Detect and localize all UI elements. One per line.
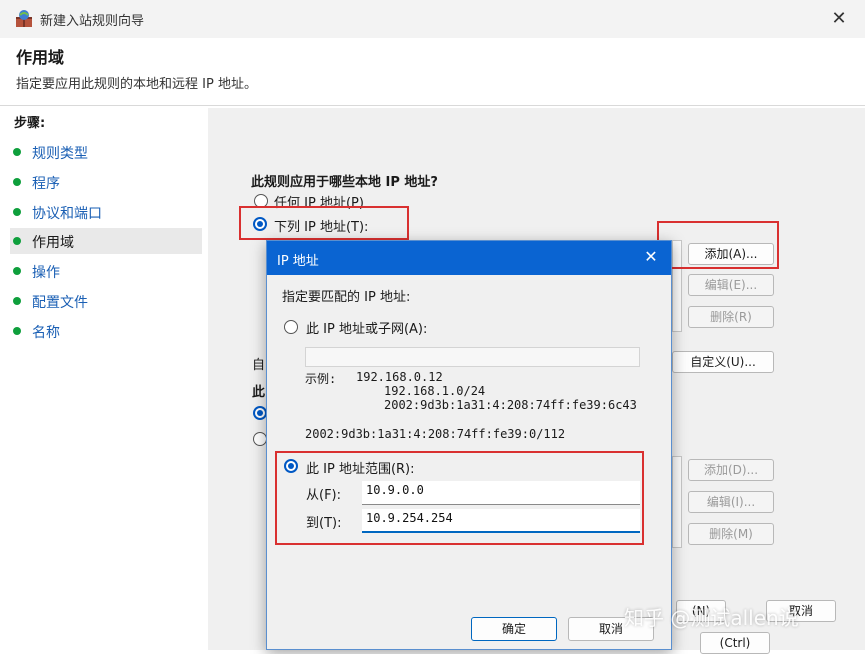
to-label: 到(T):: [306, 516, 342, 531]
firewall-app-icon: [16, 10, 32, 27]
dialog-title: IP 地址: [277, 254, 319, 269]
local-ip-question: 此规则应用于哪些本地 IP 地址?: [251, 175, 438, 190]
page-description: 指定要应用此规则的本地和远程 IP 地址。: [16, 77, 257, 92]
step-label: 规则类型: [32, 146, 88, 162]
step-bullet-icon: [13, 148, 21, 156]
subnet-input[interactable]: [305, 347, 640, 367]
remote-edit-button[interactable]: 编辑(I)...: [688, 491, 774, 513]
example-ipv6-subnet: 2002:9d3b:1a31:4:208:74ff:fe39:0/112: [305, 427, 566, 441]
step-bullet-icon: [13, 267, 21, 275]
window-close-icon[interactable]: ✕: [828, 8, 850, 30]
step-label: 作用域: [32, 235, 74, 251]
page-header: [0, 38, 865, 106]
step-protocol-ports[interactable]: 协议和端口: [10, 199, 202, 225]
step-program[interactable]: 程序: [10, 169, 202, 195]
subnet-option-radio[interactable]: [284, 320, 298, 334]
step-bullet-icon: [13, 178, 21, 186]
local-any-ip-radio[interactable]: [254, 194, 268, 208]
step-name[interactable]: 名称: [10, 318, 202, 344]
window-title: 新建入站规则向导: [40, 14, 145, 29]
local-edit-button[interactable]: 编辑(E)...: [688, 274, 774, 296]
remote-list-ip-radio[interactable]: [253, 432, 267, 446]
step-label: 程序: [32, 176, 60, 192]
range-option-label: 此 IP 地址范围(R):: [306, 462, 415, 477]
step-rule-type[interactable]: 规则类型: [10, 139, 202, 165]
dialog-ok-button[interactable]: 确定: [471, 617, 557, 641]
footer-button-partial[interactable]: (Ctrl): [700, 632, 770, 654]
remote-ip-partial-label: 此: [252, 385, 266, 400]
from-label: 从(F):: [306, 488, 342, 503]
step-bullet-icon: [13, 327, 21, 335]
local-ip-list[interactable]: [672, 240, 682, 332]
step-bullet-icon: [13, 237, 21, 245]
example-ipv6: 2002:9d3b:1a31:4:208:74ff:fe39:6c43: [384, 398, 637, 412]
step-profile[interactable]: 配置文件: [10, 288, 202, 314]
local-list-ip-radio[interactable]: [253, 217, 267, 231]
interface-type-partial-label: 自: [252, 358, 266, 373]
dialog-prompt: 指定要匹配的 IP 地址:: [282, 290, 411, 305]
step-label: 配置文件: [32, 295, 88, 311]
range-to-input[interactable]: 10.9.254.254: [362, 509, 640, 533]
customize-button[interactable]: 自定义(U)...: [672, 351, 774, 373]
step-scope[interactable]: 作用域: [10, 228, 202, 254]
range-option-radio[interactable]: [284, 459, 298, 473]
remote-remove-button[interactable]: 删除(M): [688, 523, 774, 545]
dialog-title-bar: [267, 241, 671, 275]
step-action[interactable]: 操作: [10, 258, 202, 284]
range-from-input[interactable]: 10.9.0.0: [362, 481, 640, 505]
page-title: 作用域: [16, 48, 65, 67]
step-label: 协议和端口: [32, 206, 102, 222]
local-add-button[interactable]: 添加(A)...: [688, 243, 774, 265]
local-remove-button[interactable]: 删除(R): [688, 306, 774, 328]
step-label: 名称: [32, 325, 60, 341]
local-any-ip-label: 任何 IP 地址(P): [274, 196, 364, 211]
watermark-text: 知乎 @测试allen说: [624, 606, 799, 630]
example-ipv4-subnet: 192.168.1.0/24: [384, 384, 486, 398]
dialog-close-icon[interactable]: ✕: [640, 246, 662, 268]
example-label: 示例:: [305, 372, 337, 386]
step-bullet-icon: [13, 208, 21, 216]
remote-ip-list[interactable]: [672, 456, 682, 548]
local-list-ip-label: 下列 IP 地址(T):: [274, 220, 369, 235]
subnet-option-label: 此 IP 地址或子网(A):: [306, 322, 428, 337]
example-ipv4: 192.168.0.12: [356, 370, 443, 384]
step-bullet-icon: [13, 297, 21, 305]
remote-any-ip-radio[interactable]: [253, 406, 267, 420]
remote-add-button[interactable]: 添加(D)...: [688, 459, 774, 481]
step-label: 操作: [32, 265, 60, 281]
steps-heading: 步骤:: [14, 116, 46, 131]
